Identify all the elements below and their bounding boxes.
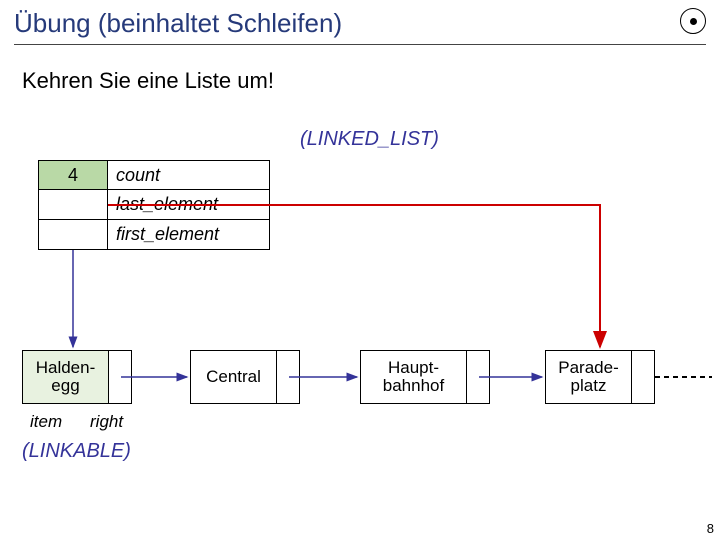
subtitle: Kehren Sie eine Liste um!: [22, 68, 274, 94]
slide: Übung (beinhaltet Schleifen) Kehren Sie …: [0, 0, 720, 540]
node-1: Halden-egg: [22, 350, 132, 404]
first-element-value-cell: [38, 220, 108, 250]
last-element-field-label: last_element: [116, 194, 218, 215]
logo-icon: [680, 8, 706, 34]
linkable-class-label: (LINKABLE): [22, 440, 131, 463]
item-field-label: item: [30, 412, 62, 432]
first-element-field-label: first_element: [116, 224, 219, 245]
node-4-right: [631, 351, 654, 403]
node-2-right: [276, 351, 299, 403]
node-3: Haupt-bahnhof: [360, 350, 490, 404]
title-rule: [14, 44, 706, 45]
node-4-item: Parade-platz: [546, 351, 631, 403]
last-element-field-cell: last_element: [108, 190, 270, 220]
count-value-cell: 4: [38, 160, 108, 190]
node-1-right: [108, 351, 131, 403]
first-element-field-cell: first_element: [108, 220, 270, 250]
last-element-value-cell: [38, 190, 108, 220]
count-field-label: count: [116, 165, 160, 186]
count-field-cell: count: [108, 160, 270, 190]
node-4: Parade-platz: [545, 350, 655, 404]
node-2: Central: [190, 350, 300, 404]
page-title: Übung (beinhaltet Schleifen): [14, 8, 342, 39]
node-3-right: [466, 351, 489, 403]
page-number: 8: [707, 521, 714, 536]
linked-list-class-label: (LINKED_LIST): [300, 128, 439, 151]
node-3-item: Haupt-bahnhof: [361, 351, 466, 403]
right-field-label: right: [90, 412, 123, 432]
node-2-item: Central: [191, 351, 276, 403]
node-1-item: Halden-egg: [23, 351, 108, 403]
